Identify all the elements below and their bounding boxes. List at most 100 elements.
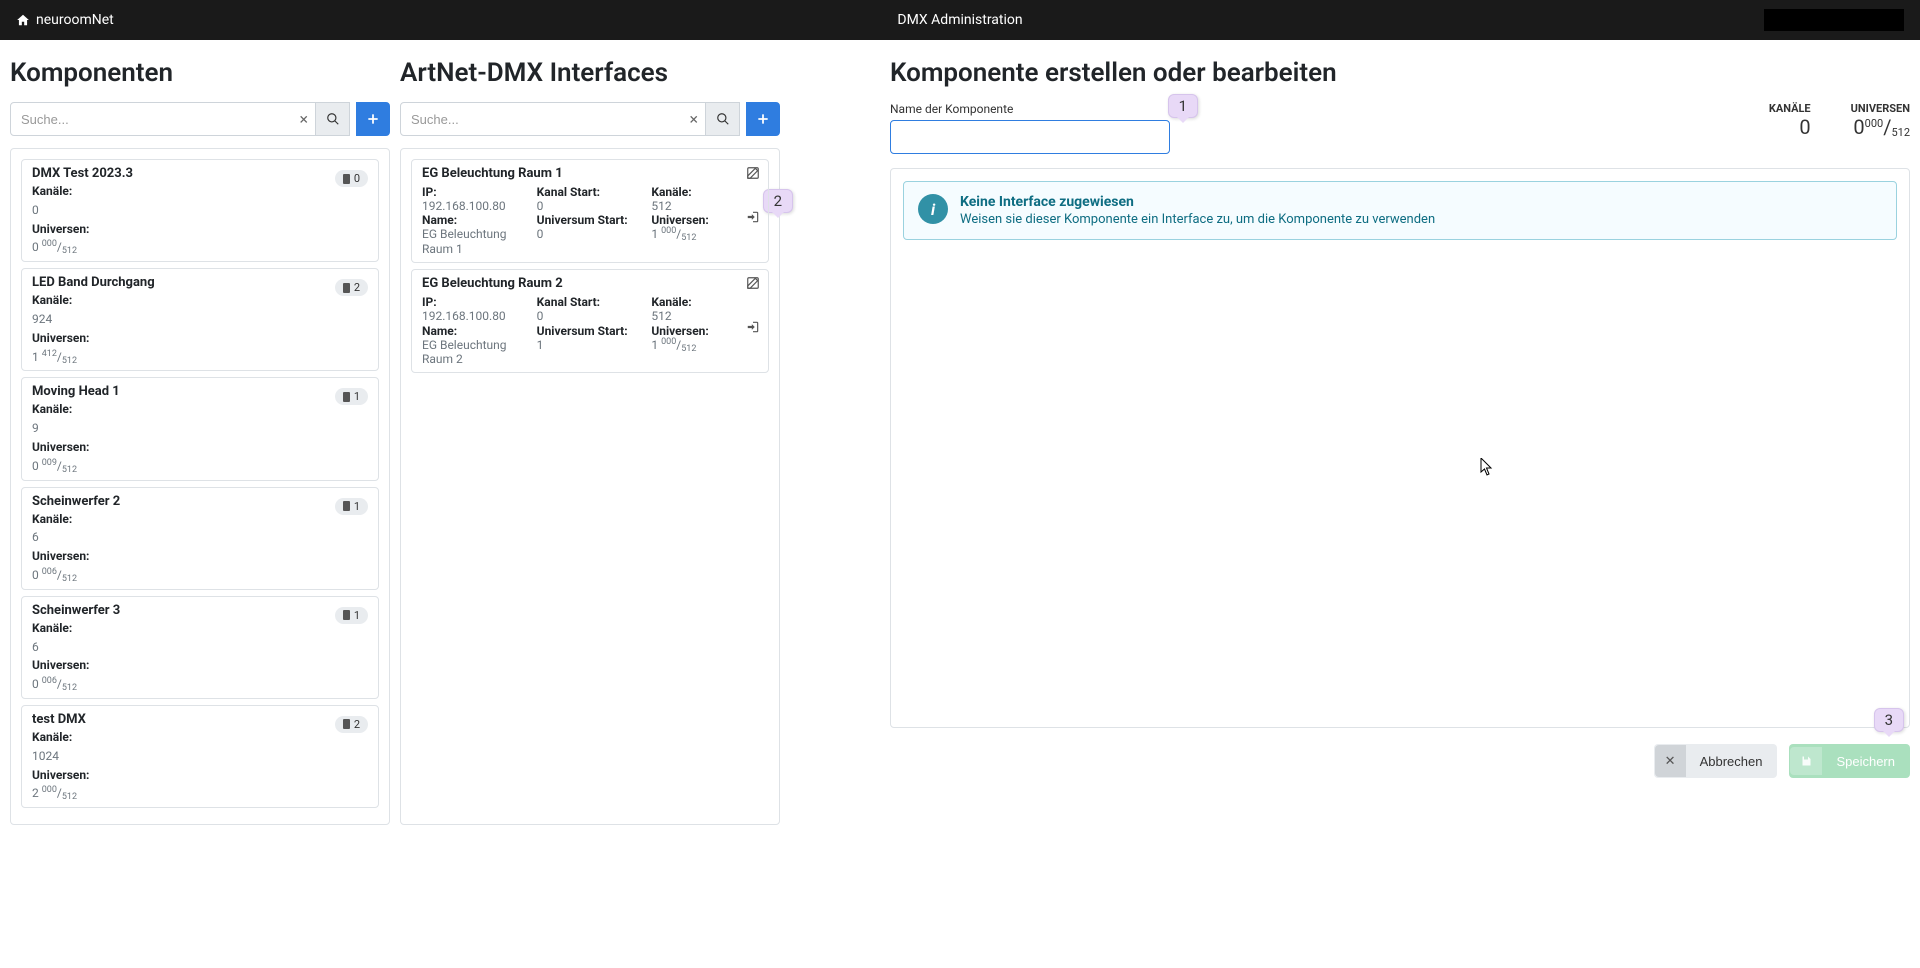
save-icon bbox=[1790, 747, 1822, 775]
page-title: DMX Administration bbox=[897, 12, 1022, 28]
name-value: EG Beleuchtung Raum 1 bbox=[422, 227, 529, 256]
interface-card[interactable]: EG Beleuchtung Raum 1 IP: 192.168.100.80… bbox=[411, 159, 769, 263]
kanaele-label: Kanäle: bbox=[32, 621, 72, 635]
universen-label: Universen: bbox=[32, 222, 89, 236]
kanaele-stat: KANÄLE 0 bbox=[1769, 102, 1811, 139]
interface-title: EG Beleuchtung Raum 1 bbox=[422, 166, 758, 181]
cube-icon bbox=[343, 719, 350, 729]
editor-heading: Komponente erstellen oder bearbeiten bbox=[890, 58, 1910, 88]
assign-icon[interactable] bbox=[746, 320, 760, 334]
interfaces-search-button[interactable] bbox=[706, 102, 740, 136]
kanaele-value: 512 bbox=[651, 199, 758, 213]
universum-start-label: Universum Start: bbox=[537, 324, 644, 338]
component-name: test DMX bbox=[32, 712, 368, 727]
component-name: Scheinwerfer 2 bbox=[32, 494, 368, 509]
alert-text: Weisen sie dieser Komponente ein Interfa… bbox=[960, 212, 1435, 227]
interfaces-list: 2 EG Beleuchtung Raum 1 IP: 192.168.100.… bbox=[400, 148, 780, 825]
clear-icon[interactable]: × bbox=[689, 110, 698, 129]
interface-title: EG Beleuchtung Raum 2 bbox=[422, 276, 758, 291]
universum-start-label: Universum Start: bbox=[537, 213, 644, 227]
components-search-row: × bbox=[10, 102, 390, 136]
kanaele-value: 9 bbox=[32, 421, 39, 435]
save-button[interactable]: Speichern bbox=[1789, 744, 1910, 778]
universen-value: 1 000/512 bbox=[651, 227, 696, 242]
interface-card[interactable]: EG Beleuchtung Raum 2 IP: 192.168.100.80… bbox=[411, 269, 769, 373]
interface-count-badge: 1 bbox=[335, 388, 368, 405]
plus-icon bbox=[366, 112, 380, 126]
cube-icon bbox=[343, 283, 350, 293]
interfaces-heading: ArtNet-DMX Interfaces bbox=[400, 58, 780, 88]
component-card[interactable]: Scheinwerfer 2 Kanäle: 6 Universen: 0 00… bbox=[21, 487, 379, 590]
component-card[interactable]: DMX Test 2023.3 Kanäle: 0 Universen: 0 0… bbox=[21, 159, 379, 262]
edit-icon[interactable] bbox=[746, 166, 760, 180]
navbar: neuroomNet DMX Administration bbox=[0, 0, 1920, 40]
universen-stat: UNIVERSEN 0000/512 bbox=[1851, 102, 1910, 139]
interfaces-search-input[interactable] bbox=[400, 102, 706, 136]
kanal-start-label: Kanal Start: bbox=[537, 185, 644, 199]
component-card[interactable]: Moving Head 1 Kanäle: 9 Universen: 0 009… bbox=[21, 377, 379, 480]
component-card[interactable]: Scheinwerfer 3 Kanäle: 6 Universen: 0 00… bbox=[21, 596, 379, 699]
components-search-button[interactable] bbox=[316, 102, 350, 136]
kanaele-label: Kanäle: bbox=[32, 730, 72, 744]
interface-count-badge: 2 bbox=[335, 716, 368, 733]
components-heading: Komponenten bbox=[10, 58, 390, 88]
universum-start-value: 1 bbox=[537, 338, 644, 352]
editor-column: Komponente erstellen oder bearbeiten Nam… bbox=[790, 50, 1910, 825]
edit-icon[interactable] bbox=[746, 276, 760, 290]
cancel-label: Abbrechen bbox=[1700, 754, 1763, 769]
universen-label: Universen: bbox=[32, 440, 89, 454]
name-label: Name: bbox=[422, 324, 529, 338]
kanaele-label: Kanäle: bbox=[32, 512, 72, 526]
component-name: Scheinwerfer 3 bbox=[32, 603, 368, 618]
universen-value: 0000/512 bbox=[1851, 115, 1910, 139]
component-name-input[interactable] bbox=[890, 120, 1170, 154]
assign-icon[interactable] bbox=[746, 210, 760, 224]
universen-label: Universen: bbox=[651, 324, 758, 338]
kanaele-label: KANÄLE bbox=[1769, 102, 1811, 115]
components-add-button[interactable] bbox=[356, 102, 390, 136]
ip-label: IP: bbox=[422, 185, 529, 199]
interfaces-add-button[interactable] bbox=[746, 102, 780, 136]
editor-body: i Keine Interface zugewiesen Weisen sie … bbox=[890, 168, 1910, 728]
universen-value: 0 006/512 bbox=[32, 568, 77, 583]
ip-label: IP: bbox=[422, 295, 529, 309]
clear-icon[interactable]: × bbox=[299, 110, 308, 129]
universen-label: Universen: bbox=[32, 549, 89, 563]
kanal-start-label: Kanal Start: bbox=[537, 295, 644, 309]
kanal-start-value: 0 bbox=[537, 309, 644, 323]
universen-value: 0 000/512 bbox=[32, 240, 77, 255]
interface-count-badge: 1 bbox=[335, 498, 368, 515]
name-field-label: Name der Komponente bbox=[890, 102, 1170, 116]
navbar-right-block bbox=[1764, 9, 1904, 31]
cancel-button[interactable]: ✕ Abbrechen bbox=[1654, 744, 1778, 778]
component-card[interactable]: LED Band Durchgang Kanäle: 924 Universen… bbox=[21, 268, 379, 371]
kanaele-label: Kanäle: bbox=[651, 185, 758, 199]
plus-icon bbox=[756, 112, 770, 126]
kanaele-value: 512 bbox=[651, 309, 758, 323]
kanaele-label: Kanäle: bbox=[651, 295, 758, 309]
name-label: Name: bbox=[422, 213, 529, 227]
kanaele-label: Kanäle: bbox=[32, 293, 72, 307]
universen-value: 1 412/512 bbox=[32, 350, 77, 365]
universen-label: Universen: bbox=[32, 331, 89, 345]
info-icon: i bbox=[918, 194, 948, 224]
callout-3: 3 bbox=[1874, 708, 1904, 732]
interfaces-search-row: × bbox=[400, 102, 780, 136]
interfaces-column: ArtNet-DMX Interfaces × 2 EG Beleuchtung… bbox=[400, 50, 780, 825]
home-icon bbox=[16, 13, 30, 27]
kanaele-value: 6 bbox=[32, 530, 39, 544]
components-search-input[interactable] bbox=[10, 102, 316, 136]
component-card[interactable]: test DMX Kanäle: 1024 Universen: 2 000/5… bbox=[21, 705, 379, 808]
kanaele-label: Kanäle: bbox=[32, 402, 72, 416]
cube-icon bbox=[343, 174, 350, 184]
component-name: DMX Test 2023.3 bbox=[32, 166, 368, 181]
kanaele-label: Kanäle: bbox=[32, 184, 72, 198]
search-icon bbox=[716, 112, 730, 126]
navbar-brand[interactable]: neuroomNet bbox=[16, 12, 114, 28]
cube-icon bbox=[343, 392, 350, 402]
save-label: Speichern bbox=[1836, 754, 1895, 769]
components-list: DMX Test 2023.3 Kanäle: 0 Universen: 0 0… bbox=[10, 148, 390, 825]
kanaele-value: 0 bbox=[1769, 115, 1811, 139]
callout-1: 1 bbox=[1168, 94, 1198, 118]
cube-icon bbox=[343, 501, 350, 511]
